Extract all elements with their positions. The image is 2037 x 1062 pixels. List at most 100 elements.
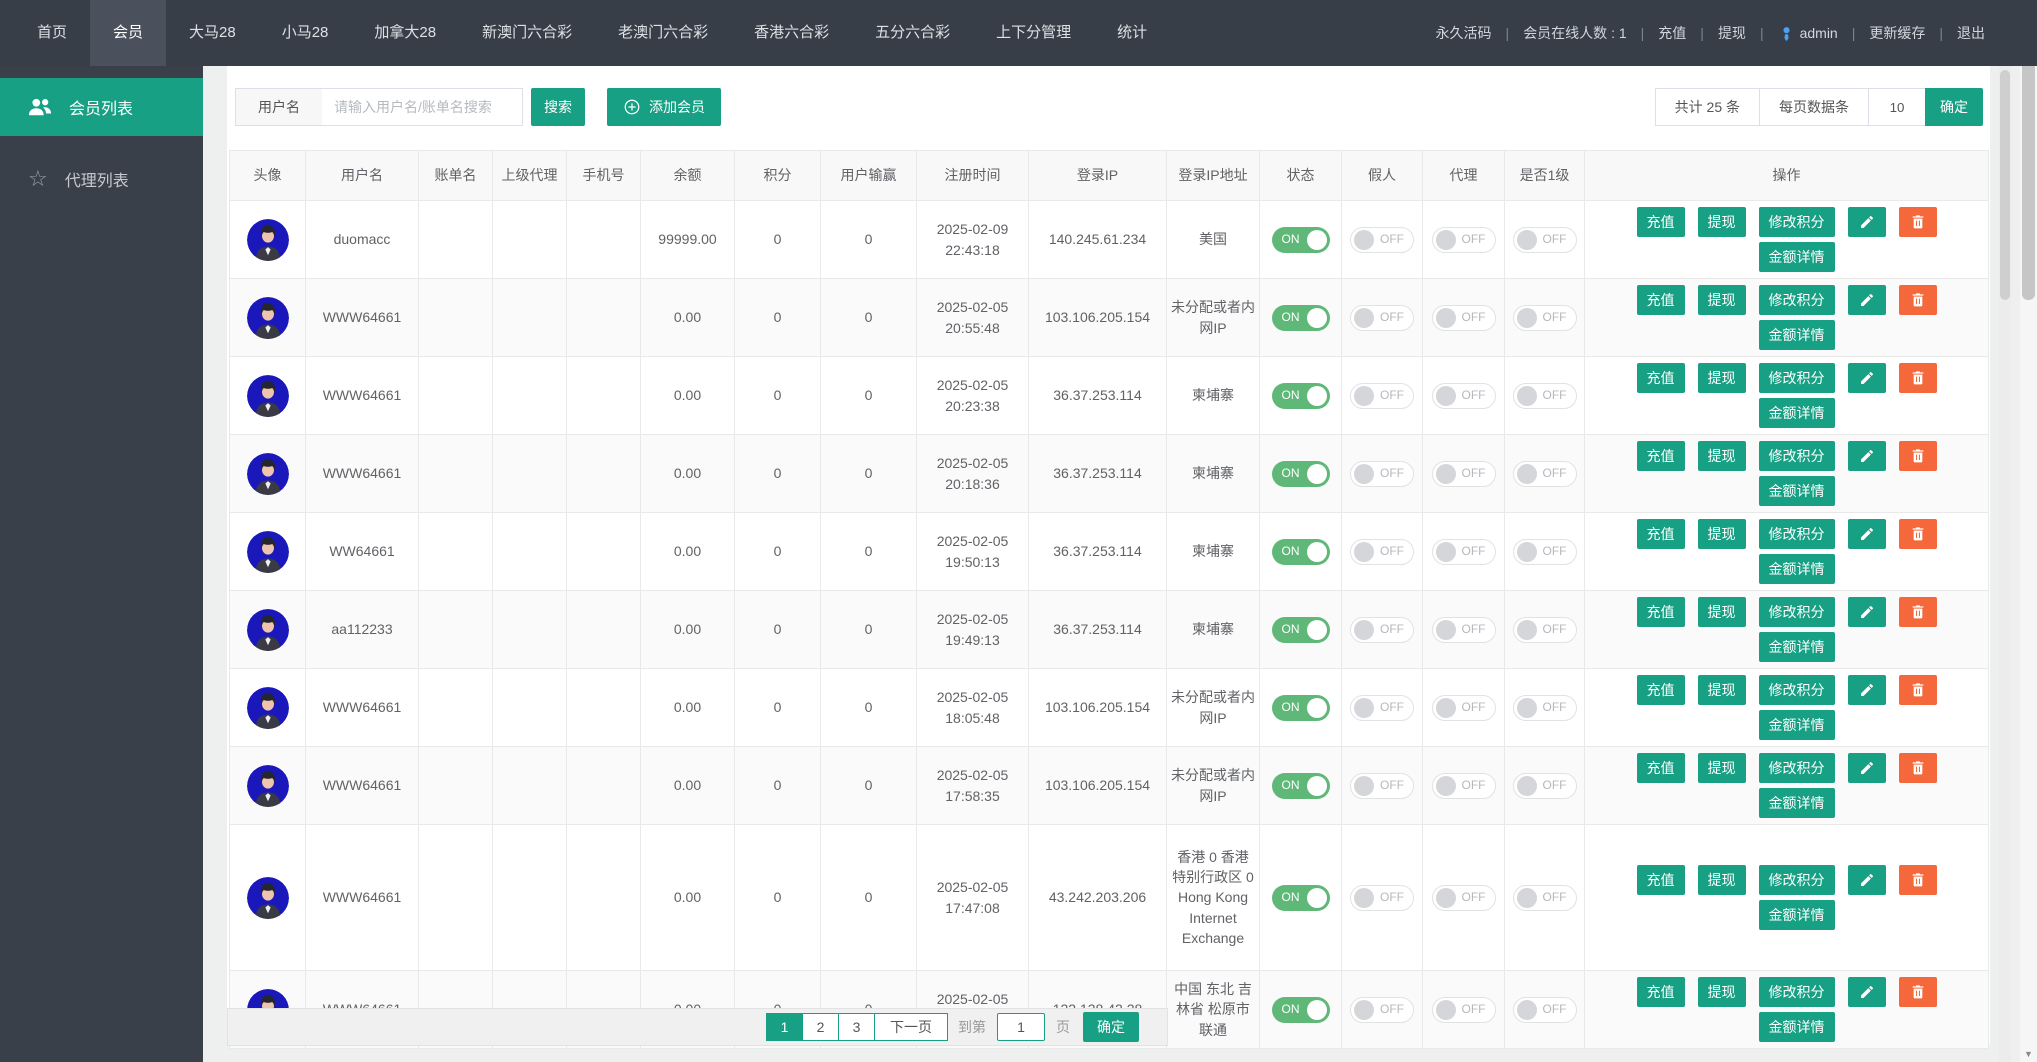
recharge-button[interactable]: 充值	[1637, 285, 1685, 315]
modify-points-button[interactable]: 修改积分	[1759, 865, 1835, 895]
fake-user-toggle[interactable]: OFF	[1350, 539, 1414, 565]
modify-points-button[interactable]: 修改积分	[1759, 977, 1835, 1007]
withdraw-button[interactable]: 提现	[1698, 597, 1746, 627]
withdraw-link[interactable]: 提现	[1718, 23, 1746, 43]
nav-item[interactable]: 首页	[14, 0, 90, 66]
status-toggle[interactable]: ON	[1272, 617, 1330, 643]
fake-user-toggle[interactable]: OFF	[1350, 227, 1414, 253]
withdraw-button[interactable]: 提现	[1698, 285, 1746, 315]
withdraw-button[interactable]: 提现	[1698, 865, 1746, 895]
recharge-button[interactable]: 充值	[1637, 441, 1685, 471]
agent-toggle[interactable]: OFF	[1432, 227, 1496, 253]
modify-points-button[interactable]: 修改积分	[1759, 597, 1835, 627]
agent-toggle[interactable]: OFF	[1432, 617, 1496, 643]
nav-item[interactable]: 香港六合彩	[731, 0, 852, 66]
recharge-link[interactable]: 充值	[1658, 23, 1686, 43]
page-button[interactable]: 3	[838, 1013, 875, 1041]
amount-detail-button[interactable]: 金额详情	[1759, 320, 1835, 350]
delete-button[interactable]	[1899, 441, 1937, 471]
status-toggle[interactable]: ON	[1272, 773, 1330, 799]
edit-button[interactable]	[1848, 363, 1886, 393]
delete-button[interactable]	[1899, 285, 1937, 315]
level1-toggle[interactable]: OFF	[1513, 885, 1577, 911]
edit-button[interactable]	[1848, 207, 1886, 237]
agent-toggle[interactable]: OFF	[1432, 885, 1496, 911]
withdraw-button[interactable]: 提现	[1698, 753, 1746, 783]
per-page-input[interactable]	[1868, 88, 1926, 126]
content-scrollbar-thumb[interactable]	[2000, 70, 2010, 300]
amount-detail-button[interactable]: 金额详情	[1759, 710, 1835, 740]
refresh-cache-link[interactable]: 更新缓存	[1869, 23, 1925, 43]
recharge-button[interactable]: 充值	[1637, 207, 1685, 237]
withdraw-button[interactable]: 提现	[1698, 977, 1746, 1007]
amount-detail-button[interactable]: 金额详情	[1759, 476, 1835, 506]
fake-user-toggle[interactable]: OFF	[1350, 461, 1414, 487]
delete-button[interactable]	[1899, 675, 1937, 705]
agent-toggle[interactable]: OFF	[1432, 997, 1496, 1023]
fake-user-toggle[interactable]: OFF	[1350, 997, 1414, 1023]
modify-points-button[interactable]: 修改积分	[1759, 519, 1835, 549]
recharge-button[interactable]: 充值	[1637, 977, 1685, 1007]
recharge-button[interactable]: 充值	[1637, 363, 1685, 393]
recharge-button[interactable]: 充值	[1637, 675, 1685, 705]
modify-points-button[interactable]: 修改积分	[1759, 285, 1835, 315]
withdraw-button[interactable]: 提现	[1698, 363, 1746, 393]
status-toggle[interactable]: ON	[1272, 461, 1330, 487]
withdraw-button[interactable]: 提现	[1698, 519, 1746, 549]
fake-user-toggle[interactable]: OFF	[1350, 885, 1414, 911]
amount-detail-button[interactable]: 金额详情	[1759, 632, 1835, 662]
edit-button[interactable]	[1848, 865, 1886, 895]
agent-toggle[interactable]: OFF	[1432, 383, 1496, 409]
logout-link[interactable]: 退出	[1957, 23, 1985, 43]
window-scrollbar[interactable]: ▲ ▼	[2020, 0, 2037, 1062]
modify-points-button[interactable]: 修改积分	[1759, 441, 1835, 471]
edit-button[interactable]	[1848, 519, 1886, 549]
status-toggle[interactable]: ON	[1272, 695, 1330, 721]
search-button[interactable]: 搜索	[531, 88, 585, 126]
withdraw-button[interactable]: 提现	[1698, 441, 1746, 471]
edit-button[interactable]	[1848, 597, 1886, 627]
goto-page-confirm-button[interactable]: 确定	[1083, 1012, 1139, 1042]
edit-button[interactable]	[1848, 753, 1886, 783]
admin-menu[interactable]: admin	[1778, 25, 1838, 42]
status-toggle[interactable]: ON	[1272, 885, 1330, 911]
amount-detail-button[interactable]: 金额详情	[1759, 242, 1835, 272]
nav-item[interactable]: 五分六合彩	[852, 0, 973, 66]
status-toggle[interactable]: ON	[1272, 305, 1330, 331]
edit-button[interactable]	[1848, 441, 1886, 471]
level1-toggle[interactable]: OFF	[1513, 617, 1577, 643]
delete-button[interactable]	[1899, 519, 1937, 549]
agent-toggle[interactable]: OFF	[1432, 773, 1496, 799]
amount-detail-button[interactable]: 金额详情	[1759, 398, 1835, 428]
add-member-button[interactable]: 添加会员	[607, 88, 721, 126]
level1-toggle[interactable]: OFF	[1513, 383, 1577, 409]
goto-page-input[interactable]	[997, 1013, 1045, 1041]
nav-item[interactable]: 大马28	[166, 0, 259, 66]
nav-item[interactable]: 会员	[90, 0, 166, 66]
search-input[interactable]	[322, 89, 522, 125]
fake-user-toggle[interactable]: OFF	[1350, 305, 1414, 331]
nav-item[interactable]: 小马28	[259, 0, 352, 66]
delete-button[interactable]	[1899, 597, 1937, 627]
modify-points-button[interactable]: 修改积分	[1759, 207, 1835, 237]
modify-points-button[interactable]: 修改积分	[1759, 753, 1835, 783]
modify-points-button[interactable]: 修改积分	[1759, 363, 1835, 393]
withdraw-button[interactable]: 提现	[1698, 675, 1746, 705]
delete-button[interactable]	[1899, 753, 1937, 783]
level1-toggle[interactable]: OFF	[1513, 997, 1577, 1023]
nav-item[interactable]: 老澳门六合彩	[595, 0, 731, 66]
level1-toggle[interactable]: OFF	[1513, 773, 1577, 799]
scroll-down-arrow-icon[interactable]: ▼	[2020, 1045, 2037, 1062]
page-button[interactable]: 1	[766, 1013, 803, 1041]
level1-toggle[interactable]: OFF	[1513, 305, 1577, 331]
level1-toggle[interactable]: OFF	[1513, 461, 1577, 487]
level1-toggle[interactable]: OFF	[1513, 539, 1577, 565]
level1-toggle[interactable]: OFF	[1513, 227, 1577, 253]
status-toggle[interactable]: ON	[1272, 383, 1330, 409]
per-page-confirm-button[interactable]: 确定	[1925, 88, 1983, 126]
amount-detail-button[interactable]: 金额详情	[1759, 1012, 1835, 1042]
status-toggle[interactable]: ON	[1272, 227, 1330, 253]
recharge-button[interactable]: 充值	[1637, 753, 1685, 783]
modify-points-button[interactable]: 修改积分	[1759, 675, 1835, 705]
page-button[interactable]: 2	[802, 1013, 839, 1041]
